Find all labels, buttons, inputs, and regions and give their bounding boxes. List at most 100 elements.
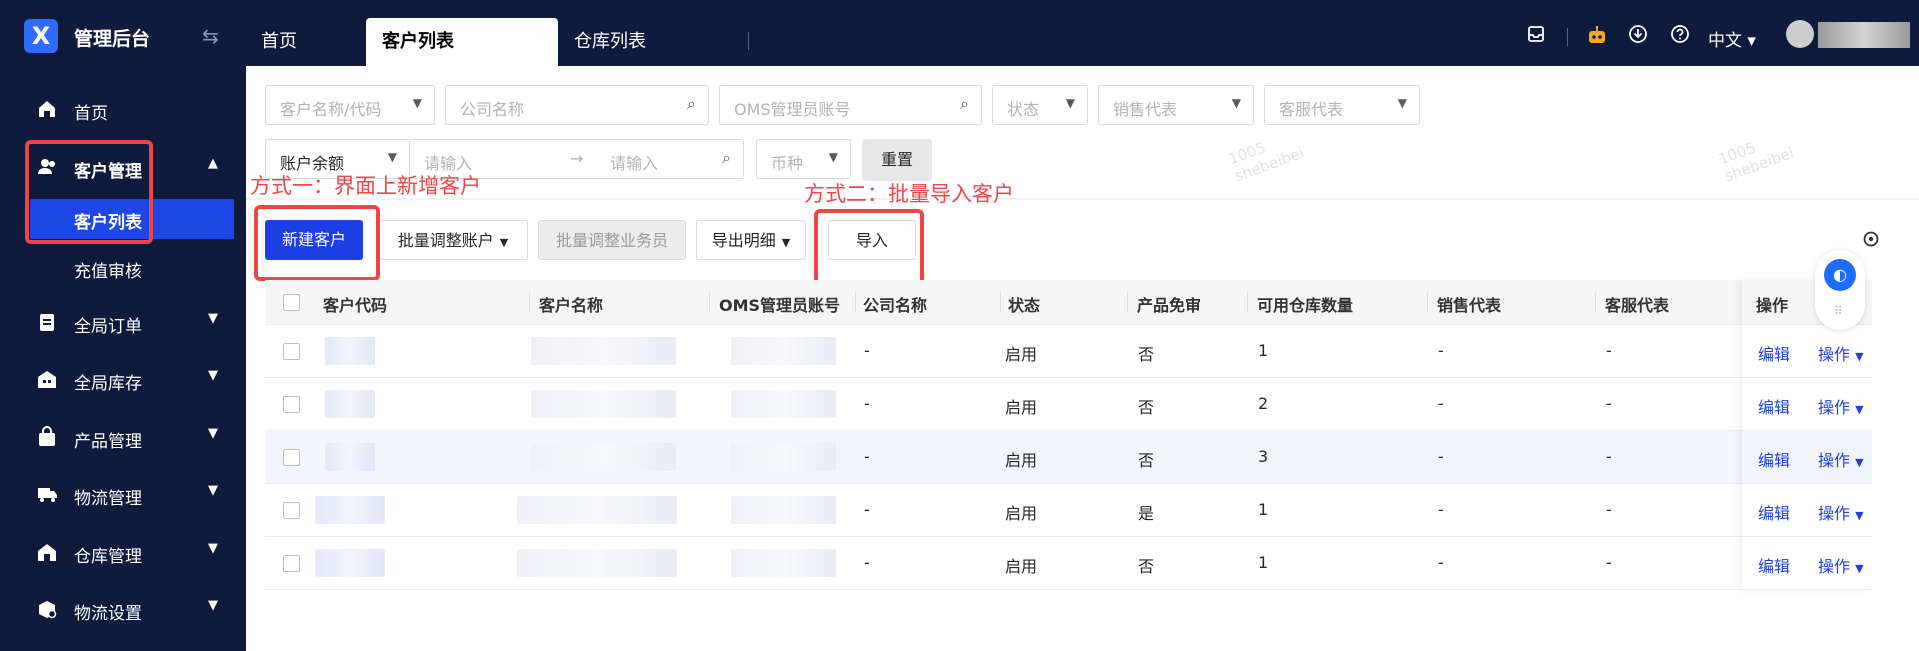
company-name-input[interactable]: 公司名称 ⌕ [445, 85, 709, 125]
table-row: - 启用 是 1 - - [265, 484, 1872, 537]
tab-home[interactable]: 首页 [245, 18, 313, 66]
column-header-warehouses[interactable]: 可用仓库数量 [1257, 292, 1353, 316]
select-all-checkbox[interactable] [283, 294, 300, 311]
column-header-oms[interactable]: OMS管理员账号 [719, 292, 840, 316]
row-checkbox[interactable] [283, 343, 300, 360]
sidebar-item-warehouse-management[interactable]: 仓库管理 ▼ [0, 529, 246, 577]
tab-customer-list[interactable]: 客户列表 [366, 18, 558, 66]
highlight-box-import [814, 209, 924, 285]
annotation-method-one: 方式一：界面上新增客户 [250, 174, 481, 198]
edit-link[interactable]: 编辑 [1758, 394, 1790, 418]
edit-link[interactable]: 编辑 [1758, 447, 1790, 471]
customer-code-redacted [325, 390, 375, 418]
chevron-down-icon: ▼ [781, 236, 791, 249]
table-header: 客户代码 客户名称 OMS管理员账号 公司名称 状态 产品免审 可用仓库数量 销… [265, 280, 1872, 325]
customer-name-redacted [531, 443, 676, 471]
chevron-down-icon: ▼ [1855, 403, 1864, 416]
status-select[interactable]: 状态 ▼ [992, 85, 1088, 125]
column-header-name[interactable]: 客户名称 [539, 292, 603, 316]
truck-icon [36, 483, 58, 505]
export-detail-button[interactable]: 导出明细 ▼ [696, 220, 806, 260]
avatar[interactable] [1786, 20, 1814, 48]
chevron-down-icon: ▼ [1855, 562, 1864, 575]
download-icon[interactable] [1628, 24, 1648, 48]
sidebar-item-product-management[interactable]: 产品管理 ▼ [0, 414, 246, 462]
search-icon[interactable]: ⌕ [722, 148, 731, 168]
oms-account-redacted [731, 390, 836, 418]
chevron-down-icon: ▼ [208, 541, 218, 556]
operations-dropdown[interactable]: 操作 ▼ [1818, 341, 1864, 365]
chevron-down-icon: ▼ [828, 150, 838, 164]
row-checkbox[interactable] [283, 396, 300, 413]
language-selector[interactable]: 中文 ▾ [1708, 26, 1756, 51]
chevron-down-icon: ▼ [208, 311, 218, 326]
row-checkbox[interactable] [283, 555, 300, 572]
chevron-down-icon: ▼ [1855, 456, 1864, 469]
oms-account-redacted [731, 337, 836, 365]
edit-link[interactable]: 编辑 [1758, 341, 1790, 365]
operations-dropdown[interactable]: 操作 ▼ [1818, 553, 1864, 577]
column-header-sales[interactable]: 销售代表 [1437, 292, 1501, 316]
sales-rep-select[interactable]: 销售代表 ▼ [1098, 85, 1254, 125]
column-header-status[interactable]: 状态 [1008, 292, 1040, 316]
oms-account-input[interactable]: OMS管理员账号 ⌕ [719, 85, 982, 125]
oms-account-redacted [731, 496, 836, 524]
operations-dropdown[interactable]: 操作 ▼ [1818, 500, 1864, 524]
currency-select[interactable]: 币种 ▼ [756, 139, 851, 179]
home-icon [36, 98, 58, 120]
chevron-down-icon: ▼ [208, 598, 218, 613]
floating-assistant-widget[interactable]: ◐ ⠿ [1815, 250, 1865, 330]
customer-name-code-select[interactable]: 客户名称/代码 ▼ [265, 85, 435, 125]
sidebar-item-global-orders[interactable]: 全局订单 ▼ [0, 299, 246, 347]
chevron-down-icon: ▼ [208, 426, 218, 441]
operations-dropdown[interactable]: 操作 ▼ [1818, 447, 1864, 471]
sidebar-item-logistics-management[interactable]: 物流管理 ▼ [0, 471, 246, 519]
chevron-down-icon: ▼ [208, 483, 218, 498]
search-icon[interactable]: ⌕ [687, 94, 696, 114]
customer-code-redacted [315, 549, 385, 577]
row-checkbox[interactable] [283, 449, 300, 466]
column-header-company[interactable]: 公司名称 [863, 292, 927, 316]
tab-warehouse-list[interactable]: 仓库列表 [558, 18, 662, 66]
customer-code-redacted [325, 443, 375, 471]
batch-adjust-account-button[interactable]: 批量调整账户 ▼ [378, 220, 528, 260]
column-header-code[interactable]: 客户代码 [323, 292, 387, 316]
chevron-down-icon: ▼ [1397, 96, 1407, 110]
column-settings-icon[interactable] [1862, 230, 1880, 253]
app-title: 管理后台 [74, 28, 151, 50]
highlight-box-sidebar [25, 140, 153, 244]
chevron-down-icon: ▼ [1855, 350, 1864, 363]
sidebar-item-home[interactable]: 首页 [0, 86, 246, 134]
help-icon[interactable] [1670, 24, 1690, 48]
customer-name-redacted [531, 390, 676, 418]
header-divider [1567, 28, 1568, 46]
batch-adjust-staff-button[interactable]: 批量调整业务员 [538, 220, 686, 260]
edit-link[interactable]: 编辑 [1758, 553, 1790, 577]
service-rep-select[interactable]: 客服代表 ▼ [1264, 85, 1420, 125]
tab-divider [748, 32, 749, 50]
inbox-icon[interactable] [1526, 24, 1546, 48]
chevron-down-icon: ▼ [1855, 509, 1864, 522]
table-row: - 启用 否 3 - - [265, 431, 1872, 484]
sidebar-item-global-inventory[interactable]: 全局库存 ▼ [0, 356, 246, 404]
sidebar-item-recharge-review[interactable]: 充值审核 [0, 248, 246, 288]
search-icon[interactable]: ⌕ [960, 94, 969, 114]
customer-code-redacted [315, 496, 385, 524]
column-header-exempt[interactable]: 产品免审 [1137, 292, 1201, 316]
row-checkbox[interactable] [283, 502, 300, 519]
balance-max-input[interactable]: 请输入 [610, 150, 658, 174]
table-row: - 启用 否 1 - - [265, 325, 1872, 378]
sidebar-item-logistics-settings[interactable]: 物流设置 ▼ [0, 586, 246, 634]
robot-icon[interactable] [1586, 24, 1608, 50]
column-header-service[interactable]: 客服代表 [1605, 292, 1669, 316]
assistant-icon[interactable]: ◐ [1824, 259, 1856, 291]
drag-handle-icon[interactable]: ⠿ [1834, 304, 1843, 318]
app-logo-icon: X [24, 19, 58, 53]
username-redacted[interactable] [1818, 22, 1910, 48]
operations-dropdown[interactable]: 操作 ▼ [1818, 394, 1864, 418]
collapse-sidebar-icon[interactable]: ⇆ [202, 24, 219, 48]
chevron-up-icon: ▲ [208, 156, 218, 171]
edit-link[interactable]: 编辑 [1758, 500, 1790, 524]
reset-button[interactable]: 重置 [862, 139, 932, 181]
house-icon [36, 541, 58, 563]
